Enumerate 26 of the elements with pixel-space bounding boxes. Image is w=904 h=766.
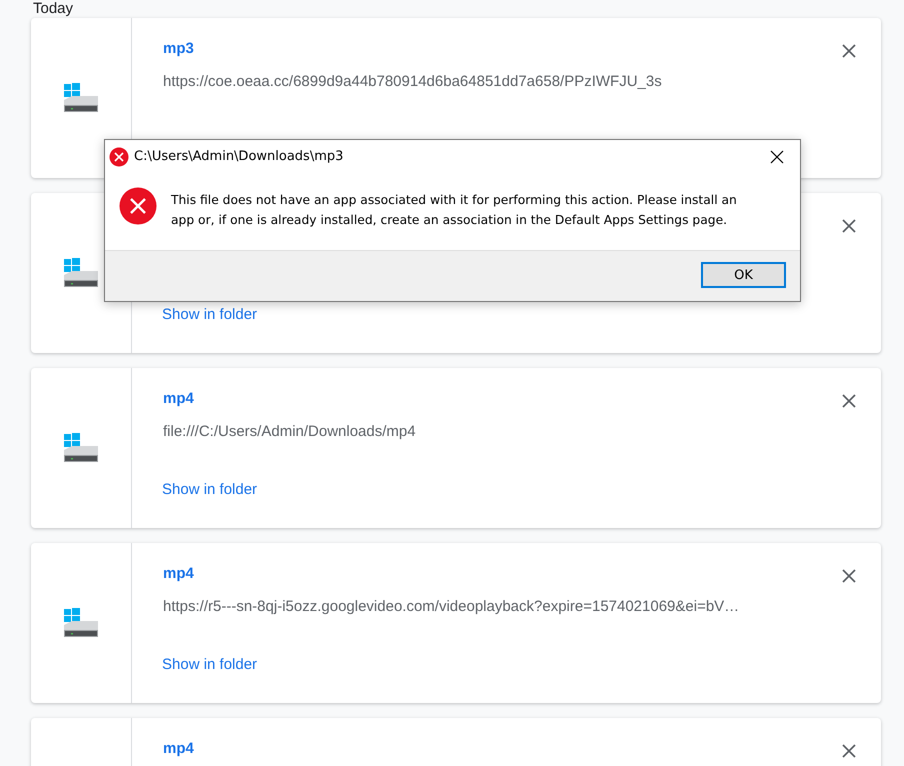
close-icon[interactable]: [842, 219, 856, 233]
ok-button[interactable]: OK: [701, 262, 786, 288]
drive-icon: [62, 607, 100, 639]
file-name-link[interactable]: mp4: [163, 740, 194, 762]
show-in-folder-link[interactable]: Show in folder: [162, 306, 258, 323]
close-icon[interactable]: [842, 44, 856, 58]
close-icon[interactable]: [842, 569, 856, 583]
drive-icon: [62, 82, 100, 114]
show-in-folder-link[interactable]: Show in folder: [162, 656, 258, 673]
file-url: https://coe.oeaa.cc/6899d9a44b780914d6ba64851dd7a658/PPzIWFJU_3s: [163, 73, 662, 90]
drive-icon: [62, 257, 100, 289]
close-icon[interactable]: [842, 744, 856, 758]
dialog-title: C:\Users\Admin\Downloads\mp3: [134, 149, 344, 164]
close-icon[interactable]: [770, 150, 784, 164]
section-heading: Today: [33, 0, 74, 17]
file-name-link[interactable]: mp4: [163, 565, 194, 587]
show-in-folder-link[interactable]: Show in folder: [162, 481, 258, 498]
file-url: file:///C:/Users/Admin/Downloads/mp4: [163, 423, 416, 440]
error-icon: [109, 146, 129, 166]
file-name-link[interactable]: mp4: [163, 390, 194, 412]
error-message: This file does not have an app associated with it for performing this action. Please install an app or, if one is already installed, create an association in the Default Apps Settings page.: [171, 192, 738, 229]
close-icon[interactable]: [842, 394, 856, 408]
error-icon: [119, 187, 157, 225]
drive-icon: [62, 432, 100, 464]
file-url: https://r5---sn-8qj-i5ozz.googlevideo.com/videoplayback?expire=1574021069&ei=bV…: [163, 598, 740, 615]
file-name-link[interactable]: mp3: [163, 40, 194, 62]
